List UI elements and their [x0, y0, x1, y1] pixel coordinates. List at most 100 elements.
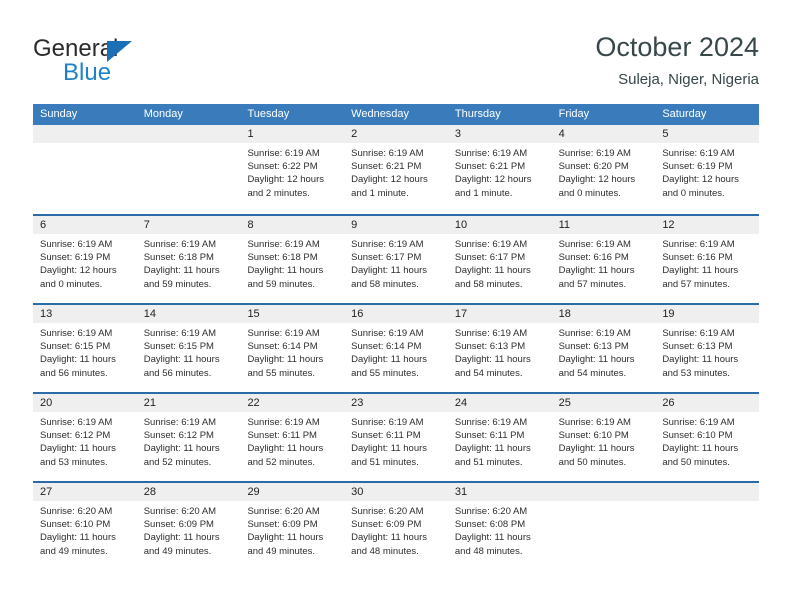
daylight-text-cont: and 58 minutes.	[351, 278, 419, 290]
title-block: October 2024 Suleja, Niger, Nigeria	[595, 31, 759, 90]
day-number: 28	[136, 483, 241, 501]
day-cell[interactable]: 8 Sunrise: 6:19 AM Sunset: 6:18 PM Daylight…	[240, 216, 345, 303]
day-cell[interactable]: 19 Sunrise: 6:19 AM Sunset: 6:13 PM Dayligh…	[655, 305, 760, 392]
day-cell[interactable]: 7 Sunrise: 6:19 AM Sunset: 6:18 PM Daylight…	[136, 216, 241, 303]
sunrise-text: Sunrise: 6:19 AM	[143, 239, 217, 250]
day-cell[interactable]: 11 Sunrise: 6:19 AM Sunset: 6:16 PM Dayligh…	[551, 216, 656, 303]
day-number: 27	[33, 483, 137, 501]
day-sun-info: Sunrise: 6:19 AM Sunset: 6:14 PM Daylight:…	[344, 323, 448, 380]
day-cell[interactable]: 1 Sunrise: 6:19 AM Sunset: 6:22 PM Daylight…	[240, 125, 345, 214]
daylight-text: Daylight: 11 hours	[454, 265, 531, 277]
daylight-text-cont: and 57 minutes.	[558, 278, 627, 290]
day-cell[interactable]: 29 Sunrise: 6:20 AM Sunset: 6:09 PM Dayligh…	[240, 483, 345, 570]
daylight-text-cont: and 59 minutes.	[143, 278, 212, 290]
day-cell[interactable]: 31 Sunrise: 6:20 AM Sunset: 6:08 PM Dayligh…	[447, 483, 552, 570]
daylight-text: Daylight: 11 hours	[558, 443, 635, 455]
day-number: 13	[33, 305, 137, 323]
sunset-text: Sunset: 6:10 PM	[558, 430, 629, 442]
day-cell[interactable]: 9 Sunrise: 6:19 AM Sunset: 6:17 PM Daylight…	[344, 216, 448, 303]
daylight-text: Daylight: 11 hours	[351, 354, 428, 366]
day-cell[interactable]: 5 Sunrise: 6:19 AM Sunset: 6:19 PM Daylight…	[655, 125, 760, 214]
day-cell[interactable]: 25 Sunrise: 6:19 AM Sunset: 6:10 PM Dayligh…	[551, 394, 656, 481]
day-cell[interactable]: 16 Sunrise: 6:19 AM Sunset: 6:14 PM Dayligh…	[344, 305, 448, 392]
day-sun-info: Sunrise: 6:19 AM Sunset: 6:15 PM Daylight:…	[137, 323, 241, 380]
day-cell[interactable]: 26 Sunrise: 6:19 AM Sunset: 6:10 PM Dayligh…	[655, 394, 760, 481]
sunrise-text: Sunrise: 6:19 AM	[40, 417, 113, 428]
day-cell[interactable]: 17 Sunrise: 6:19 AM Sunset: 6:13 PM Dayligh…	[447, 305, 552, 392]
day-cell[interactable]: 21 Sunrise: 6:19 AM Sunset: 6:12 PM Dayligh…	[136, 394, 241, 481]
daylight-text: Daylight: 11 hours	[558, 354, 635, 366]
day-sun-info: Sunrise: 6:20 AM Sunset: 6:09 PM Daylight:…	[240, 501, 344, 558]
sunrise-text: Sunrise: 6:19 AM	[454, 148, 528, 159]
sunrise-text: Sunrise: 6:19 AM	[351, 417, 424, 428]
day-cell[interactable]: 23 Sunrise: 6:19 AM Sunset: 6:11 PM Dayligh…	[344, 394, 448, 481]
day-cell[interactable]: 6 Sunrise: 6:19 AM Sunset: 6:19 PM Daylight…	[33, 216, 137, 303]
sunrise-text: Sunrise: 6:20 AM	[40, 506, 113, 517]
daylight-text: Daylight: 11 hours	[247, 532, 324, 544]
sunrise-text: Sunrise: 6:19 AM	[662, 417, 735, 428]
daylight-text: Daylight: 12 hours	[247, 174, 325, 186]
day-sun-info: Sunrise: 6:19 AM Sunset: 6:13 PM Daylight:…	[448, 323, 552, 380]
sunrise-text: Sunrise: 6:19 AM	[351, 239, 424, 250]
day-number: 14	[136, 305, 241, 323]
daylight-text: Daylight: 11 hours	[40, 532, 116, 544]
daylight-text-cont: and 0 minutes.	[558, 187, 621, 199]
day-cell[interactable]: 30 Sunrise: 6:20 AM Sunset: 6:09 PM Dayligh…	[344, 483, 448, 570]
weekday-header-tuesday: Tuesday	[247, 108, 290, 120]
sunset-text: Sunset: 6:19 PM	[40, 252, 111, 264]
day-cell[interactable]: 13 Sunrise: 6:19 AM Sunset: 6:15 PM Dayligh…	[33, 305, 137, 392]
day-sun-info: Sunrise: 6:19 AM Sunset: 6:12 PM Daylight:…	[33, 412, 137, 469]
day-sun-info: Sunrise: 6:19 AM Sunset: 6:10 PM Daylight:…	[552, 412, 656, 469]
day-cell[interactable]: 24 Sunrise: 6:19 AM Sunset: 6:11 PM Dayligh…	[447, 394, 552, 481]
day-cell[interactable]: 12 Sunrise: 6:19 AM Sunset: 6:16 PM Dayligh…	[655, 216, 760, 303]
daylight-text-cont: and 0 minutes.	[40, 278, 103, 290]
day-sun-info: Sunrise: 6:19 AM Sunset: 6:18 PM Daylight:…	[240, 234, 344, 291]
daylight-text: Daylight: 11 hours	[247, 443, 324, 455]
sunrise-text: Sunrise: 6:19 AM	[558, 239, 631, 250]
day-cell[interactable]: 2 Sunrise: 6:19 AM Sunset: 6:21 PM Daylight…	[344, 125, 448, 214]
sunrise-text: Sunrise: 6:19 AM	[143, 328, 217, 339]
daylight-text: Daylight: 11 hours	[40, 443, 116, 455]
day-number: 26	[655, 394, 760, 412]
sunrise-text: Sunrise: 6:19 AM	[454, 239, 528, 250]
daylight-text-cont: and 54 minutes.	[558, 367, 627, 379]
day-number	[33, 125, 137, 143]
sunset-text: Sunset: 6:21 PM	[454, 161, 526, 173]
day-number: 19	[655, 305, 760, 323]
sunset-text: Sunset: 6:11 PM	[351, 430, 421, 442]
day-sun-info: Sunrise: 6:20 AM Sunset: 6:09 PM Daylight:…	[137, 501, 241, 558]
day-cell[interactable]: 4 Sunrise: 6:19 AM Sunset: 6:20 PM Daylight…	[551, 125, 656, 214]
weekday-header-monday: Monday	[143, 108, 183, 120]
day-number	[136, 125, 241, 143]
sunrise-text: Sunrise: 6:19 AM	[662, 328, 735, 339]
day-sun-info: Sunrise: 6:19 AM Sunset: 6:17 PM Daylight:…	[448, 234, 552, 291]
day-cell[interactable]: 15 Sunrise: 6:19 AM Sunset: 6:14 PM Dayligh…	[240, 305, 345, 392]
daylight-text-cont: and 53 minutes.	[662, 367, 730, 379]
day-number: 7	[136, 216, 241, 234]
day-cell[interactable]: 28 Sunrise: 6:20 AM Sunset: 6:09 PM Dayligh…	[136, 483, 241, 570]
calendar-week-row: 13 Sunrise: 6:19 AM Sunset: 6:15 PM Dayligh…	[33, 303, 760, 392]
day-sun-info: Sunrise: 6:19 AM Sunset: 6:19 PM Daylight:…	[33, 234, 137, 291]
daylight-text: Daylight: 12 hours	[454, 174, 532, 186]
day-cell[interactable]: 3 Sunrise: 6:19 AM Sunset: 6:21 PM Daylight…	[447, 125, 552, 214]
day-number: 23	[344, 394, 448, 412]
day-sun-info: Sunrise: 6:19 AM Sunset: 6:18 PM Daylight:…	[137, 234, 241, 291]
day-cell[interactable]: 14 Sunrise: 6:19 AM Sunset: 6:15 PM Dayligh…	[136, 305, 241, 392]
day-cell[interactable]: 22 Sunrise: 6:19 AM Sunset: 6:11 PM Dayligh…	[240, 394, 345, 481]
sunrise-text: Sunrise: 6:19 AM	[558, 417, 631, 428]
day-sun-info: Sunrise: 6:20 AM Sunset: 6:08 PM Daylight:…	[448, 501, 552, 558]
day-cell[interactable]: 27 Sunrise: 6:20 AM Sunset: 6:10 PM Dayligh…	[33, 483, 137, 570]
day-cell[interactable]: 18 Sunrise: 6:19 AM Sunset: 6:13 PM Dayligh…	[551, 305, 656, 392]
daylight-text-cont: and 2 minutes.	[247, 187, 310, 199]
sunset-text: Sunset: 6:08 PM	[454, 519, 526, 531]
day-number: 30	[344, 483, 448, 501]
daylight-text: Daylight: 11 hours	[143, 354, 220, 366]
day-cell[interactable]: 20 Sunrise: 6:19 AM Sunset: 6:12 PM Dayligh…	[33, 394, 137, 481]
sunrise-text: Sunrise: 6:19 AM	[558, 328, 631, 339]
sunset-text: Sunset: 6:09 PM	[247, 519, 318, 531]
sunset-text: Sunset: 6:16 PM	[558, 252, 629, 264]
sunrise-text: Sunrise: 6:19 AM	[143, 417, 217, 428]
general-blue-logo[interactable]: General Blue	[33, 36, 213, 88]
daylight-text-cont: and 0 minutes.	[662, 187, 725, 199]
day-cell[interactable]: 10 Sunrise: 6:19 AM Sunset: 6:17 PM Dayligh…	[447, 216, 552, 303]
